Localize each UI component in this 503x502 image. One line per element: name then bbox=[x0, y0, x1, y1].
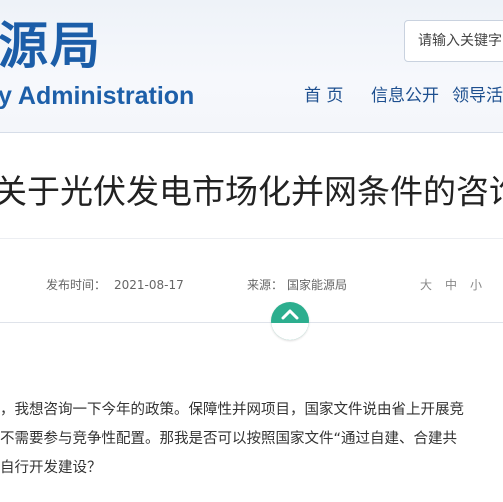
body-line: 自行开发建设？ bbox=[0, 460, 102, 476]
source-value: 国家能源局 bbox=[287, 278, 348, 292]
collapse-button[interactable] bbox=[271, 302, 309, 340]
main-nav: 首 页 信息公开 领导活 bbox=[0, 84, 503, 108]
publish-date-label: 发布时间： bbox=[46, 278, 107, 292]
nav-item-home[interactable]: 首 页 bbox=[304, 84, 343, 108]
search-box[interactable] bbox=[404, 20, 503, 62]
nav-item-info-disclosure[interactable]: 信息公开 bbox=[371, 84, 439, 108]
title-divider bbox=[0, 238, 503, 239]
chevron-up-icon bbox=[281, 309, 299, 320]
body-line: 不需要参与竞争性配置。那我是否可以按照国家文件“通过自建、合建共 bbox=[0, 431, 458, 447]
font-size-small[interactable]: 小 bbox=[470, 276, 482, 294]
nav-item-leadership[interactable]: 领导活 bbox=[452, 84, 503, 108]
source-label: 来源： bbox=[247, 278, 284, 292]
article-meta: 发布时间： 2021-08-17 来源： 国家能源局 大 中 小 bbox=[0, 276, 503, 294]
body-line: ，我想咨询一下今年的政策。保障性并网项目，国家文件说由省上开展竞 bbox=[0, 402, 464, 418]
font-size-large[interactable]: 大 bbox=[420, 276, 432, 294]
publish-date: 2021-08-17 bbox=[114, 278, 184, 292]
meta-divider bbox=[0, 322, 503, 323]
font-size-medium[interactable]: 中 bbox=[445, 276, 457, 294]
button-mask bbox=[271, 323, 309, 340]
article-body: ，我想咨询一下今年的政策。保障性并网项目，国家文件说由省上开展竞 不需要参与竞争… bbox=[0, 396, 503, 483]
site-header: 源局 y Administration 首 页 信息公开 领导活 bbox=[0, 0, 503, 133]
site-logo-chinese[interactable]: 源局 bbox=[0, 18, 102, 74]
search-input[interactable] bbox=[405, 21, 503, 61]
article-title: 关于光伏发电市场化并网条件的咨询 bbox=[0, 172, 503, 211]
